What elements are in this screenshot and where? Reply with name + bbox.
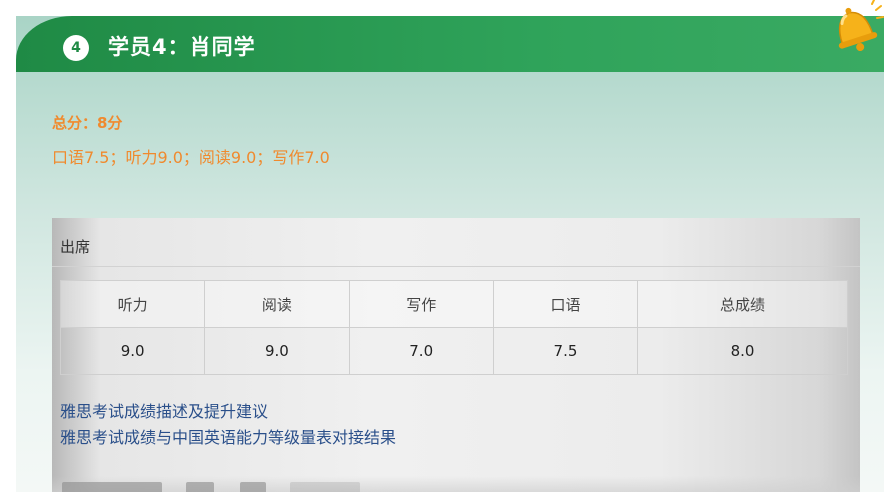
score-table: 听力 阅读 写作 口语 总成绩 9.0 9.0 7.0 7.5 8.0	[59, 280, 848, 375]
score-mapping-link: 雅思考试成绩与中国英语能力等级量表对接结果	[60, 428, 397, 447]
score-cell: 8.0	[637, 327, 848, 375]
score-detail: 口语7.5；听力9.0；阅读9.0；写作7.0	[52, 148, 330, 167]
score-cell: 9.0	[59, 327, 206, 375]
student-number-badge: 4	[63, 35, 89, 61]
student-card: 4 学员4：肖同学 总分：8分 口语7.5；听力9.0；阅读9.0；写作7.0 …	[16, 16, 884, 492]
table-header-row: 听力 阅读 写作 口语 总成绩	[59, 280, 848, 328]
total-score: 总分：8分	[52, 114, 123, 132]
blurred-photo-edge	[52, 476, 860, 492]
score-cell: 7.0	[348, 327, 494, 375]
bell-icon	[838, 0, 884, 52]
score-cell: 9.0	[204, 327, 350, 375]
divider	[52, 266, 860, 267]
score-report-photo: 出席 听力 阅读 写作 口语 总成绩 9.0 9.0 7.0 7.5 8.0 雅…	[52, 218, 860, 492]
column-header: 听力	[59, 280, 206, 328]
score-description-link: 雅思考试成绩描述及提升建议	[60, 402, 269, 421]
score-cell: 7.5	[492, 327, 639, 375]
column-header: 总成绩	[637, 280, 848, 328]
card-header: 4 学员4：肖同学	[16, 16, 884, 72]
column-header: 写作	[348, 280, 494, 328]
student-title: 学员4：肖同学	[108, 35, 256, 59]
column-header: 阅读	[204, 280, 350, 328]
column-header: 口语	[492, 280, 639, 328]
attendance-label: 出席	[60, 238, 91, 256]
table-row: 9.0 9.0 7.0 7.5 8.0	[59, 327, 848, 375]
